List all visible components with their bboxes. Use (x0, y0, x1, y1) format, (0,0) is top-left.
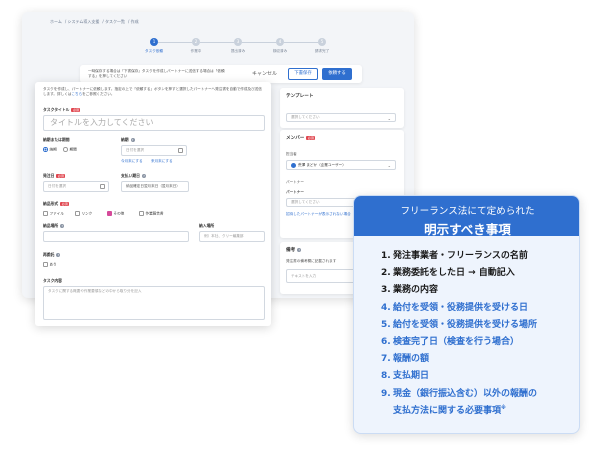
month-end-link[interactable]: 今月末にする (121, 159, 143, 164)
chevron-down-icon: ⌄ (387, 163, 391, 168)
calendar-icon (100, 184, 105, 189)
partner-sub-label: パートナー (286, 190, 304, 194)
required-items-panel: フリーランス法にて定められた 明示すべき事項 1. 発注事業者・フリーランスの名前… (353, 195, 580, 434)
partner-help-link[interactable]: 招待したパートナーが表示されない場合 (286, 212, 351, 217)
submit-request-button[interactable]: 依頼する (322, 68, 352, 80)
list-item: 1. 発注事業者・フリーランスの名前 (381, 251, 528, 261)
help-icon[interactable]: ? (297, 247, 302, 252)
breadcrumb-current: 作成 (130, 19, 139, 24)
format-file-checkbox[interactable]: ファイル (43, 211, 64, 216)
action-note: 一時保存する場合は「下書保存」タスクを作成しパートナーに送信する場合は「依頼する… (88, 69, 225, 78)
next-month-end-link[interactable]: 来月末にする (151, 159, 173, 164)
help-icon[interactable]: ? (60, 224, 65, 228)
format-report-checkbox[interactable]: 作業報告書 (139, 211, 163, 216)
pay-due-value[interactable]: 納品確定日翌月末日（翌月末日） (121, 181, 189, 192)
deadline-label: 納期? (121, 137, 135, 142)
list-item: 5. 給付を受領・役務提供を受ける場所 (381, 319, 538, 330)
work-place-label: 納入場所 (199, 223, 215, 228)
format-link-checkbox[interactable]: リンク (75, 211, 92, 216)
task-form-card: タスクを作成し、パートナーに依頼します。指定の上で「依頼する」ボタンを押すと選択… (35, 82, 271, 326)
breadcrumb-tasks[interactable]: タスク一覧 (105, 19, 125, 24)
list-item: 9. 現金（銀行振込含む）以外の報酬の (381, 388, 538, 399)
period-label: 納期または期間 (43, 137, 70, 142)
recur-checkbox[interactable]: あり (43, 262, 57, 267)
template-select[interactable]: 選択してください ⌄ (286, 113, 396, 122)
chevron-down-icon: ⌄ (387, 116, 391, 121)
work-place-input[interactable]: 例）本社、クリー編集部 (199, 231, 265, 242)
radio-deadline[interactable]: 納期 (43, 147, 57, 152)
form-intro: タスクを作成し、パートナーに依頼します。指定の上で「依頼する」ボタンを押すと選択… (43, 87, 262, 97)
memo-title: 備考? (286, 247, 302, 253)
required-items-list: 1. 発注事業者・フリーランスの名前 2. 業務委託をした日 → 自動記入 3. 業務… (381, 248, 577, 417)
list-item: 3. 業務の内容 (381, 285, 439, 296)
template-card: テンプレート 選択してください ⌄ (280, 88, 404, 128)
radio-period[interactable]: 期間 (63, 147, 77, 152)
template-title: テンプレート (286, 94, 314, 99)
step-submitted: 3 提出済み (230, 38, 246, 53)
avatar (291, 162, 296, 168)
action-bar: 一時保存する場合は「下書保存」タスクを作成しパートナーに送信する場合は「依頼する… (80, 65, 362, 83)
save-draft-button[interactable]: 下書保存 (288, 68, 318, 80)
order-date-input[interactable]: 日付を選択 (43, 181, 109, 192)
person-select[interactable]: 荒澤 まどか（企業ユーザー） ⌄ (286, 160, 396, 170)
list-item: 7. 報酬の額 (381, 354, 430, 365)
recur-label: 再委託? (43, 252, 61, 257)
list-item: 6. 検査完了日（検査を行う場合） (381, 337, 520, 348)
order-date-label: 発注日 必須 (43, 173, 66, 178)
content-label: タスク内容 (43, 278, 62, 283)
breadcrumb: ホーム / システム導入支援 / タスク一覧 / 作成 (50, 19, 139, 24)
cancel-button[interactable]: キャンセル (252, 70, 277, 77)
format-label: 納品形式 必須 (43, 201, 70, 206)
help-icon[interactable]: ? (56, 253, 61, 257)
help-icon[interactable]: ? (141, 174, 146, 178)
help-link[interactable]: こちら (71, 92, 82, 96)
place-label: 納品場所? (43, 223, 65, 228)
panel-header: フリーランス法にて定められた 明示すべき事項 (354, 196, 579, 237)
partner-label: パートナー (286, 180, 304, 184)
breadcrumb-project[interactable]: システム導入支援 (68, 19, 100, 24)
list-item: 2. 業務委託をした日 → 自動記入 (381, 268, 515, 279)
format-other-checkbox[interactable]: その他 (107, 211, 124, 216)
step-billed: 5 請求完了 (314, 38, 330, 53)
person-label: 担当者 (286, 152, 297, 156)
panel-heading-line2: 明示すべき事項 (424, 222, 511, 237)
progress-stepper: 1 タスク依頼 2 作業中 3 提出済み 4 検収済み 5 請求完了 (134, 38, 344, 62)
list-item: 8. 支払期日 (381, 371, 430, 382)
content-textarea[interactable]: タスクに関する概要や作業要領などの中から取り分を記入 (43, 286, 265, 320)
step-inspected: 4 検収済み (272, 38, 288, 53)
list-item-continued: 支払方法に関する必要事項※ (393, 404, 506, 416)
step-task-request: 1 タスク依頼 (145, 38, 163, 53)
pay-due-label: 支払い期日? (121, 173, 146, 178)
member-title: メンバー 必須 (286, 135, 316, 141)
place-input[interactable] (43, 231, 189, 242)
deadline-input[interactable]: 日付を選択 (121, 145, 187, 156)
step-in-progress: 2 作業中 (190, 38, 202, 53)
help-icon[interactable]: ? (130, 138, 135, 142)
title-label: タスクタイトル 必須 (43, 107, 81, 112)
panel-heading-line1: フリーランス法にて定められた (400, 206, 535, 217)
title-input[interactable]: タイトルを入力してください (43, 115, 265, 131)
memo-sub: 発注書の備考欄に記載されます (286, 259, 337, 263)
list-item: 4. 給付を受領・役務提供を受ける日 (381, 302, 529, 313)
calendar-icon (178, 148, 183, 153)
breadcrumb-home[interactable]: ホーム (50, 19, 62, 24)
